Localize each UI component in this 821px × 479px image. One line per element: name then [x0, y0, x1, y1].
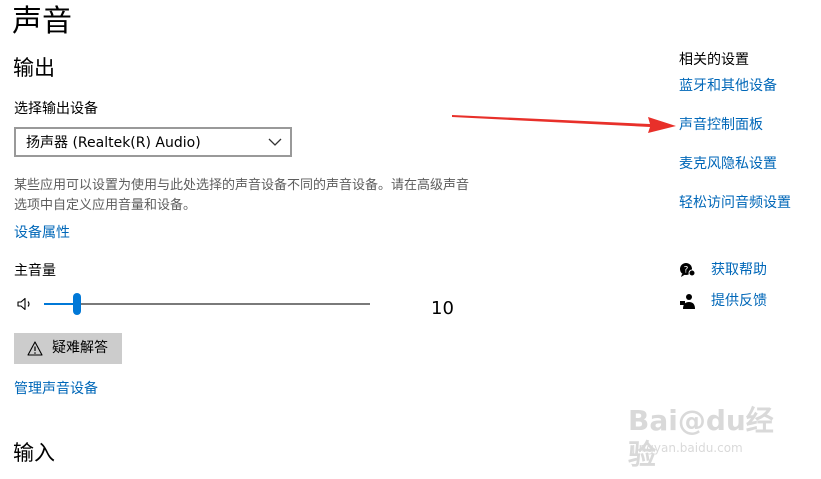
watermark-brand: Bai@du经验 — [628, 404, 774, 471]
volume-slider-fill — [44, 303, 77, 305]
baidu-jingyan-watermark: Bai@du经验 jingyan.baidu.com — [628, 404, 778, 471]
output-heading: 输出 — [13, 56, 55, 80]
output-device-label: 选择输出设备 — [14, 101, 98, 117]
volume-slider-thumb[interactable] — [72, 293, 81, 315]
give-feedback-link[interactable]: 提供反馈 — [711, 291, 767, 311]
manage-sound-devices-link[interactable]: 管理声音设备 — [14, 379, 98, 399]
master-volume-label: 主音量 — [14, 263, 56, 279]
troubleshoot-label: 疑难解答 — [52, 340, 108, 356]
chevron-down-icon — [268, 138, 282, 146]
related-link-ease-of-access-audio[interactable]: 轻松访问音频设置 — [679, 193, 791, 213]
help-chat-icon: ? — [680, 263, 695, 277]
related-link-microphone-privacy[interactable]: 麦克风隐私设置 — [679, 154, 777, 174]
device-properties-link[interactable]: 设备属性 — [14, 223, 70, 243]
output-description: 某些应用可以设置为使用与此处选择的声音设备不同的声音设备。请在高级声音选项中自定… — [14, 178, 470, 213]
output-device-value: 扬声器 (Realtek(R) Audio) — [26, 135, 201, 151]
warning-icon — [27, 341, 43, 356]
master-volume-slider[interactable] — [44, 293, 370, 315]
speaker-icon[interactable] — [17, 297, 33, 311]
svg-text:?: ? — [684, 266, 689, 276]
input-heading: 输入 — [13, 441, 55, 465]
feedback-person-icon — [680, 294, 695, 309]
output-device-dropdown[interactable]: 扬声器 (Realtek(R) Audio) — [14, 127, 292, 157]
watermark-url: jingyan.baidu.com — [632, 441, 743, 455]
volume-value: 10 — [431, 298, 454, 319]
related-link-sound-control-panel[interactable]: 声音控制面板 — [679, 115, 763, 135]
related-link-bluetooth[interactable]: 蓝牙和其他设备 — [679, 76, 777, 96]
page-title: 声音 — [12, 4, 72, 39]
troubleshoot-button[interactable]: 疑难解答 — [14, 333, 122, 364]
get-help-link[interactable]: 获取帮助 — [711, 260, 767, 280]
related-settings-heading: 相关的设置 — [679, 52, 749, 68]
red-annotation-arrow — [452, 115, 676, 133]
